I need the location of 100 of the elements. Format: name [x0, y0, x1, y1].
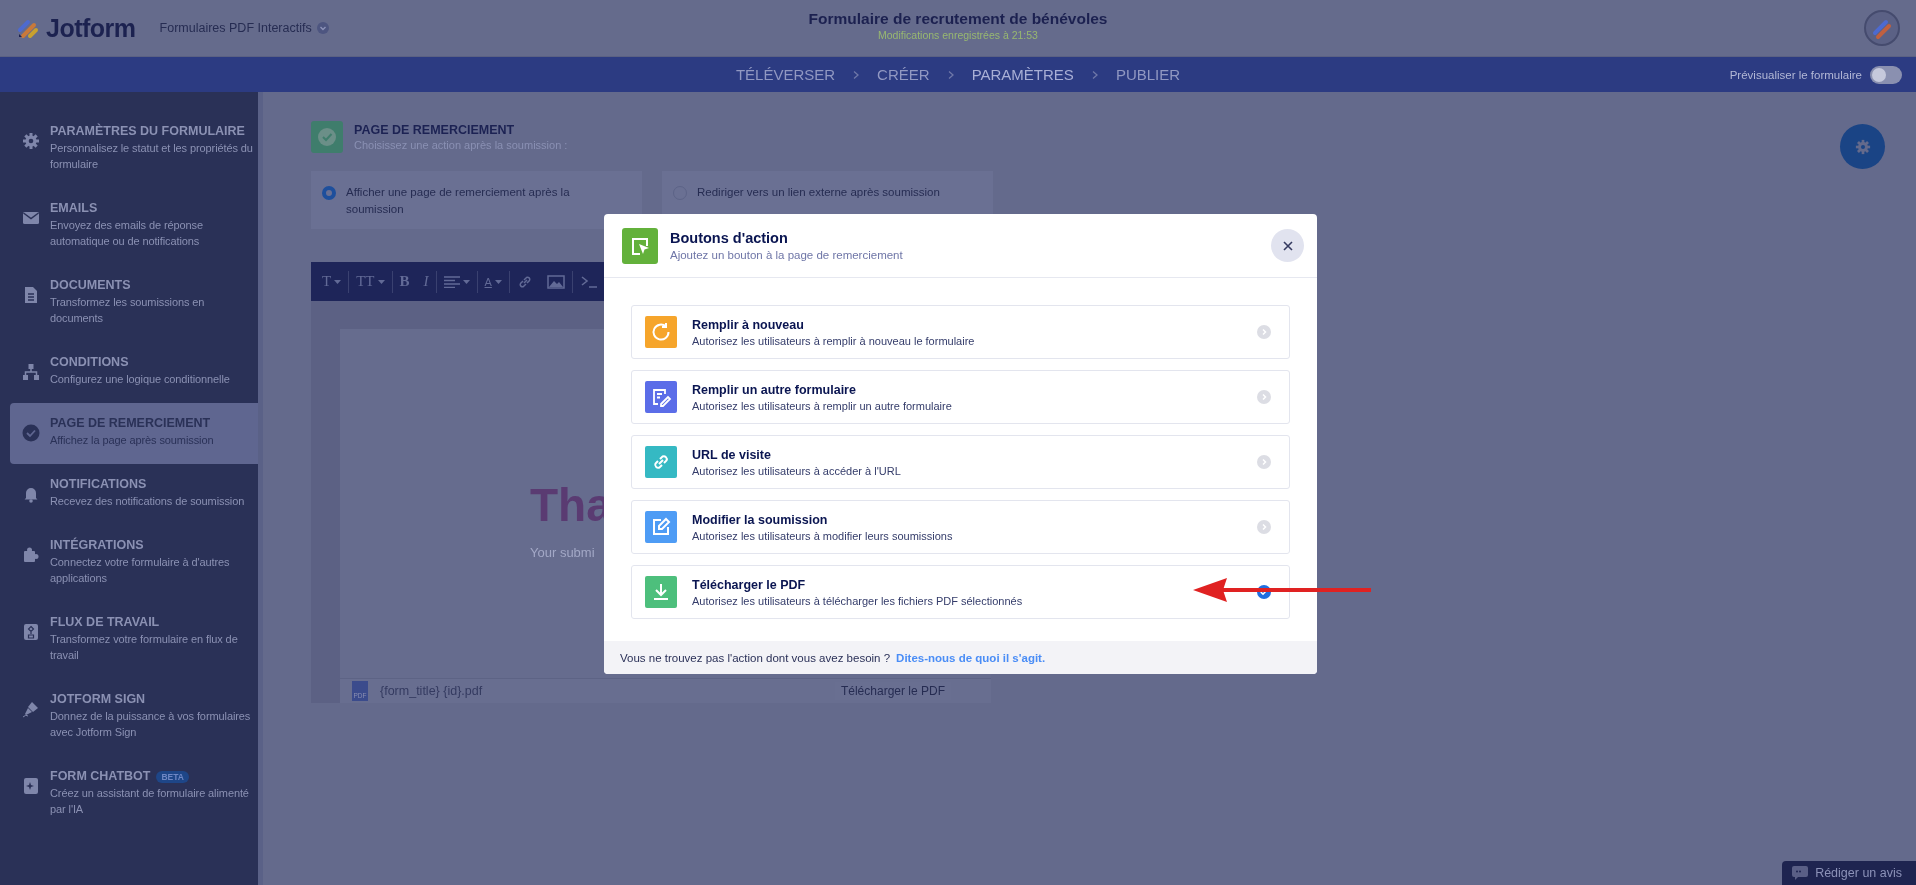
sidebar-item[interactable]: PARAMÈTRES DU FORMULAIRE Personnalisez le statut et les propriétés du formulaire — [10, 111, 258, 188]
mail-icon — [22, 209, 40, 227]
caret-icon — [494, 279, 502, 284]
hierarchy-icon — [22, 363, 40, 381]
action-description: Autorisez les utilisateurs à télécharger les fichiers PDF sélectionnés — [692, 594, 1024, 607]
radio-option[interactable]: Afficher une page de remerciement après la soumission — [311, 171, 642, 229]
chat-icon — [1792, 866, 1809, 880]
action-title: Remplir à nouveau — [692, 317, 805, 332]
sidebar-item[interactable]: DOCUMENTS Transformez les soumissions en documents — [10, 265, 258, 342]
caret-icon — [377, 279, 385, 284]
nav-tab[interactable]: TÉLÉVERSER — [735, 66, 836, 83]
sidebar-item-title: JOTFORM SIGN — [50, 691, 146, 708]
radio-label: Rediriger vers un lien externe après soumission — [697, 185, 940, 200]
check-icon — [22, 424, 40, 442]
document-icon — [22, 286, 40, 304]
sidebar-item[interactable]: PAGE DE REMERCIEMENT Affichez la page après soumission — [10, 403, 258, 464]
chevron-right-icon — [853, 70, 860, 79]
sidebar-item[interactable]: CONDITIONS Configurez une logique conditionnelle — [10, 342, 258, 403]
action-title: Télécharger le PDF — [692, 577, 807, 592]
action-option[interactable]: URL de visite Autorisez les utilisateurs à accéder à l'URL — [631, 435, 1290, 489]
action-description: Autorisez les utilisateurs à accéder à l'URL — [692, 464, 902, 477]
action-description: Autorisez les utilisateurs à remplir à nouveau le formulaire — [692, 334, 976, 347]
save-status: Modifications enregistrées à 21:53 — [877, 29, 1039, 41]
italic-tool[interactable]: I — [416, 270, 437, 293]
logo-text[interactable]: Jotform — [46, 13, 136, 43]
terminal-icon — [579, 274, 598, 289]
action-title: Remplir un autre formulaire — [692, 382, 857, 397]
action-option[interactable]: Remplir à nouveau Autorisez les utilisateurs à remplir à nouveau le formulaire — [631, 305, 1290, 359]
sidebar-item-title: INTÉGRATIONS — [50, 537, 144, 554]
cursor-icon — [622, 227, 658, 264]
sidebar-item-title: CONDITIONS — [50, 354, 129, 371]
sidebar-item-title: FLUX DE TRAVAIL — [50, 614, 160, 631]
action-option[interactable]: Modifier la soumission Autorisez les utilisateurs à modifier leurs soumissions — [631, 500, 1290, 554]
dialog-title: Boutons d'action — [670, 230, 789, 246]
preview-label: Prévisualiser le formulaire — [1729, 68, 1862, 81]
pen-icon — [22, 700, 40, 718]
dialog-subtitle: Ajoutez un bouton à la page de remerciement — [670, 249, 904, 261]
nav-tab[interactable]: PUBLIER — [1115, 66, 1181, 83]
close-icon — [1282, 240, 1293, 251]
nav-tab[interactable]: CRÉER — [877, 66, 930, 83]
bell-icon — [22, 485, 40, 503]
caret-icon — [462, 279, 470, 284]
sidebar-item[interactable]: FORM CHATBOT BETA Créez un assistant de formulaire alimenté par l'IA — [10, 756, 258, 833]
radio-button[interactable] — [322, 186, 336, 200]
close-button[interactable] — [1271, 229, 1304, 262]
caret-icon — [334, 279, 342, 284]
sidebar-item-description: Envoyez des emails de réponse automatique ou de notifications — [50, 218, 205, 249]
beta-badge: BETA — [156, 770, 189, 783]
settings-button[interactable] — [1840, 124, 1885, 169]
sidebar-item[interactable]: INTÉGRATIONS Connectez votre formulaire à d'autres applications — [10, 525, 258, 602]
color-tool[interactable]: A — [477, 270, 510, 293]
sidebar-item-description: Transformez les soumissions en documents — [50, 295, 206, 326]
flow-icon — [22, 623, 40, 641]
puzzle-icon — [22, 546, 40, 564]
action-description: Autorisez les utilisateurs à remplir un autre formulaire — [692, 399, 953, 412]
sidebar-item-description: Créez un assistant de formulaire alimenté par l'IA — [50, 786, 250, 817]
chevron-right-icon — [1091, 70, 1098, 79]
action-title: Modifier la soumission — [692, 512, 829, 527]
radio-label: Afficher une page de remerciement après la soumission — [346, 185, 571, 217]
check-icon — [311, 121, 343, 153]
sidebar-item-description: Connectez votre formulaire à d'autres applications — [50, 555, 231, 586]
nav-tab[interactable]: PARAMÈTRES — [971, 66, 1074, 83]
form-title: Formulaire de recrutement de bénévoles — [808, 10, 1108, 28]
sparkle-icon — [22, 777, 40, 795]
chevron-down-icon — [316, 22, 329, 34]
sidebar-item-title: EMAILS — [50, 200, 98, 217]
sidebar-item-title: PAGE DE REMERCIEMENT — [50, 415, 211, 432]
sidebar-item-title: PARAMÈTRES DU FORMULAIRE — [50, 123, 245, 140]
feedback-button[interactable]: Rédiger un avis — [1782, 861, 1916, 885]
sidebar-item-description: Recevez des notifications de soumission — [50, 494, 245, 509]
action-title: URL de visite — [692, 447, 772, 462]
gear-icon — [22, 132, 40, 150]
sidebar-item-description: Donnez de la puissance à vos formulaires avec Jotform Sign — [50, 709, 252, 740]
bold-tool[interactable]: B — [392, 270, 417, 293]
thank-you-text: Your submi — [530, 545, 596, 560]
sidebar-item-description: Affichez la page après soumission — [50, 433, 214, 448]
sidebar-item-title: FORM CHATBOT — [50, 768, 151, 785]
sidebar-item[interactable]: NOTIFICATIONS Recevez des notifications de soumission — [10, 464, 258, 525]
sidebar-item-title: DOCUMENTS — [50, 277, 131, 294]
sidebar-item[interactable]: JOTFORM SIGN Donnez de la puissance à vos formulaires avec Jotform Sign — [10, 679, 258, 756]
folder-dropdown[interactable]: Formulaires PDF Interactifs — [159, 21, 329, 35]
help-text: Vous ne trouvez pas l'action dont vous avez besoin ? — [620, 651, 891, 664]
sidebar-item-title: NOTIFICATIONS — [50, 476, 147, 493]
sidebar-item[interactable]: FLUX DE TRAVAIL Transformez votre formulaire en flux de travail — [10, 602, 258, 679]
action-option[interactable]: Remplir un autre formulaire Autorisez les utilisateurs à remplir un autre formulaire — [631, 370, 1290, 424]
size-tool[interactable]: TT — [349, 270, 393, 293]
sidebar-item-description: Transformez votre formulaire en flux de travail — [50, 632, 239, 663]
avatar-icon[interactable] — [1864, 10, 1900, 46]
align-icon — [443, 275, 460, 288]
image-icon — [546, 274, 565, 289]
section-title: PAGE DE REMERCIEMENT — [354, 123, 516, 137]
action-option[interactable]: Télécharger le PDF Autorisez les utilisateurs à télécharger les fichiers PDF sélectionnés — [631, 565, 1290, 619]
feedback-link[interactable]: Dites-nous de quoi il s'agit. — [896, 651, 1046, 664]
sidebar-item[interactable]: EMAILS Envoyez des emails de réponse automatique ou de notifications — [10, 188, 258, 265]
sidebar-item-description: Configurez une logique conditionnelle — [50, 372, 230, 387]
sidebar-item-description: Personnalisez le statut et les propriétés du formulaire — [50, 141, 254, 172]
action-description: Autorisez les utilisateurs à modifier leurs soumissions — [692, 529, 954, 542]
chevron-right-icon — [947, 70, 954, 79]
text-tool[interactable]: T — [315, 270, 350, 293]
preview-toggle[interactable] — [1870, 65, 1902, 84]
